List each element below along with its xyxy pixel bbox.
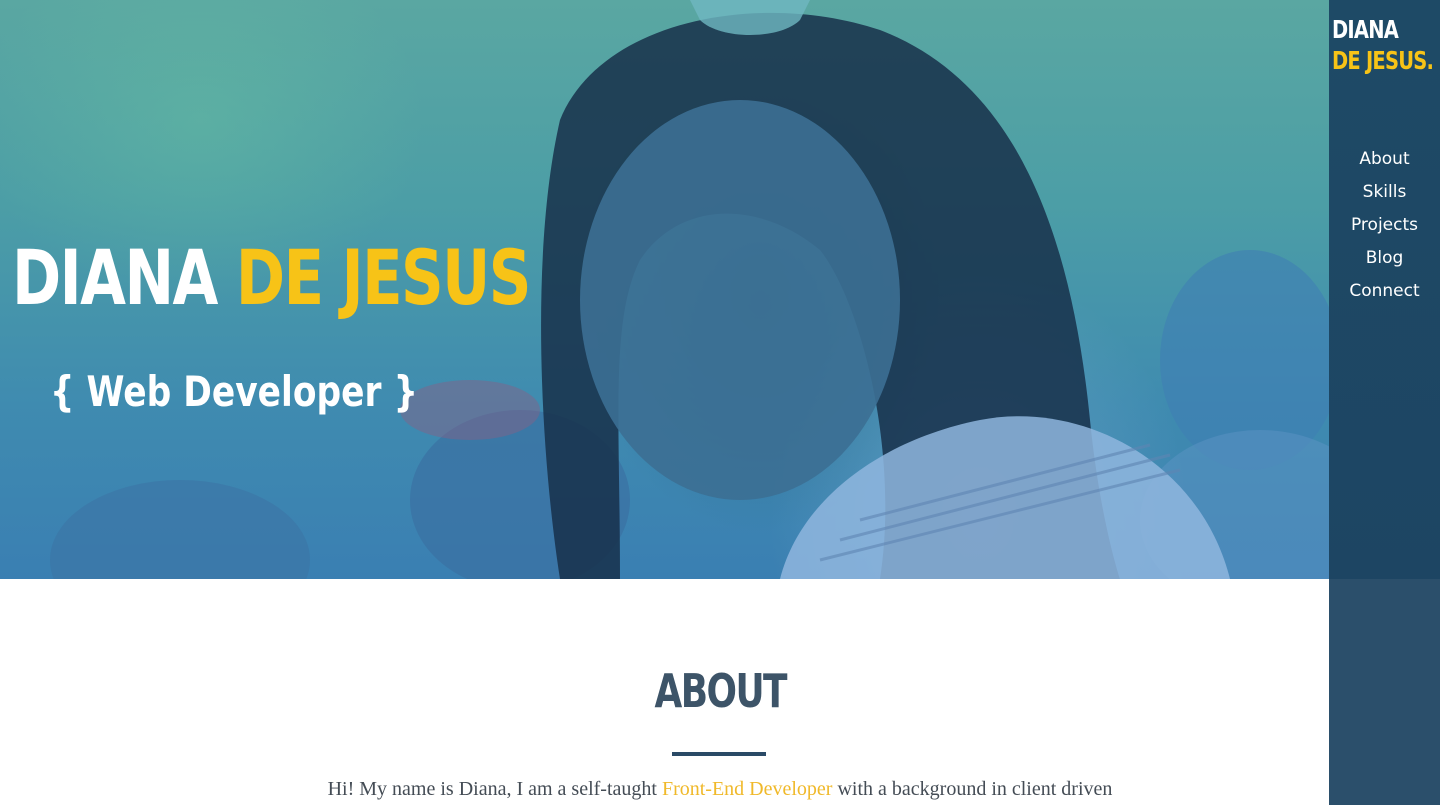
hero-section: DIANA DE JESUS { Web Developer } (0, 0, 1329, 579)
nav-item-connect[interactable]: Connect (1329, 275, 1440, 308)
nav-item-skills[interactable]: Skills (1329, 176, 1440, 209)
crowd-figure (400, 380, 540, 440)
site-logo[interactable]: DIANA DE JESUS. (1332, 14, 1434, 76)
nav-item-about[interactable]: About (1329, 143, 1440, 176)
hero-subtitle: { Web Developer } (50, 367, 419, 416)
about-section: ABOUT Hi! My name is Diana, I am a self-… (0, 579, 1329, 805)
hero-first-name: DIANA (12, 233, 218, 322)
nav-item-projects[interactable]: Projects (1329, 209, 1440, 242)
crowd-figure (50, 480, 310, 579)
nav-item-blog[interactable]: Blog (1329, 242, 1440, 275)
about-text-start: Hi! My name is Diana, I am a self-taught (327, 778, 657, 800)
about-text-end: with a background in client driven (837, 778, 1113, 800)
face-shape (580, 100, 900, 500)
about-heading: ABOUT (0, 664, 1440, 718)
logo-line-1: DIANA (1332, 15, 1399, 44)
hero-last-name: DE JESUS (235, 233, 531, 322)
about-divider (672, 752, 766, 756)
nav-menu: About Skills Projects Blog Connect (1329, 143, 1440, 308)
about-heading-text: ABOUT (654, 664, 787, 718)
logo-line-2: DE JESUS. (1332, 46, 1434, 75)
hero-name-heading: DIANA DE JESUS (12, 233, 531, 322)
about-highlight: Front-End Developer (661, 778, 833, 800)
about-paragraph: Hi! My name is Diana, I am a self-taught… (0, 775, 1440, 803)
